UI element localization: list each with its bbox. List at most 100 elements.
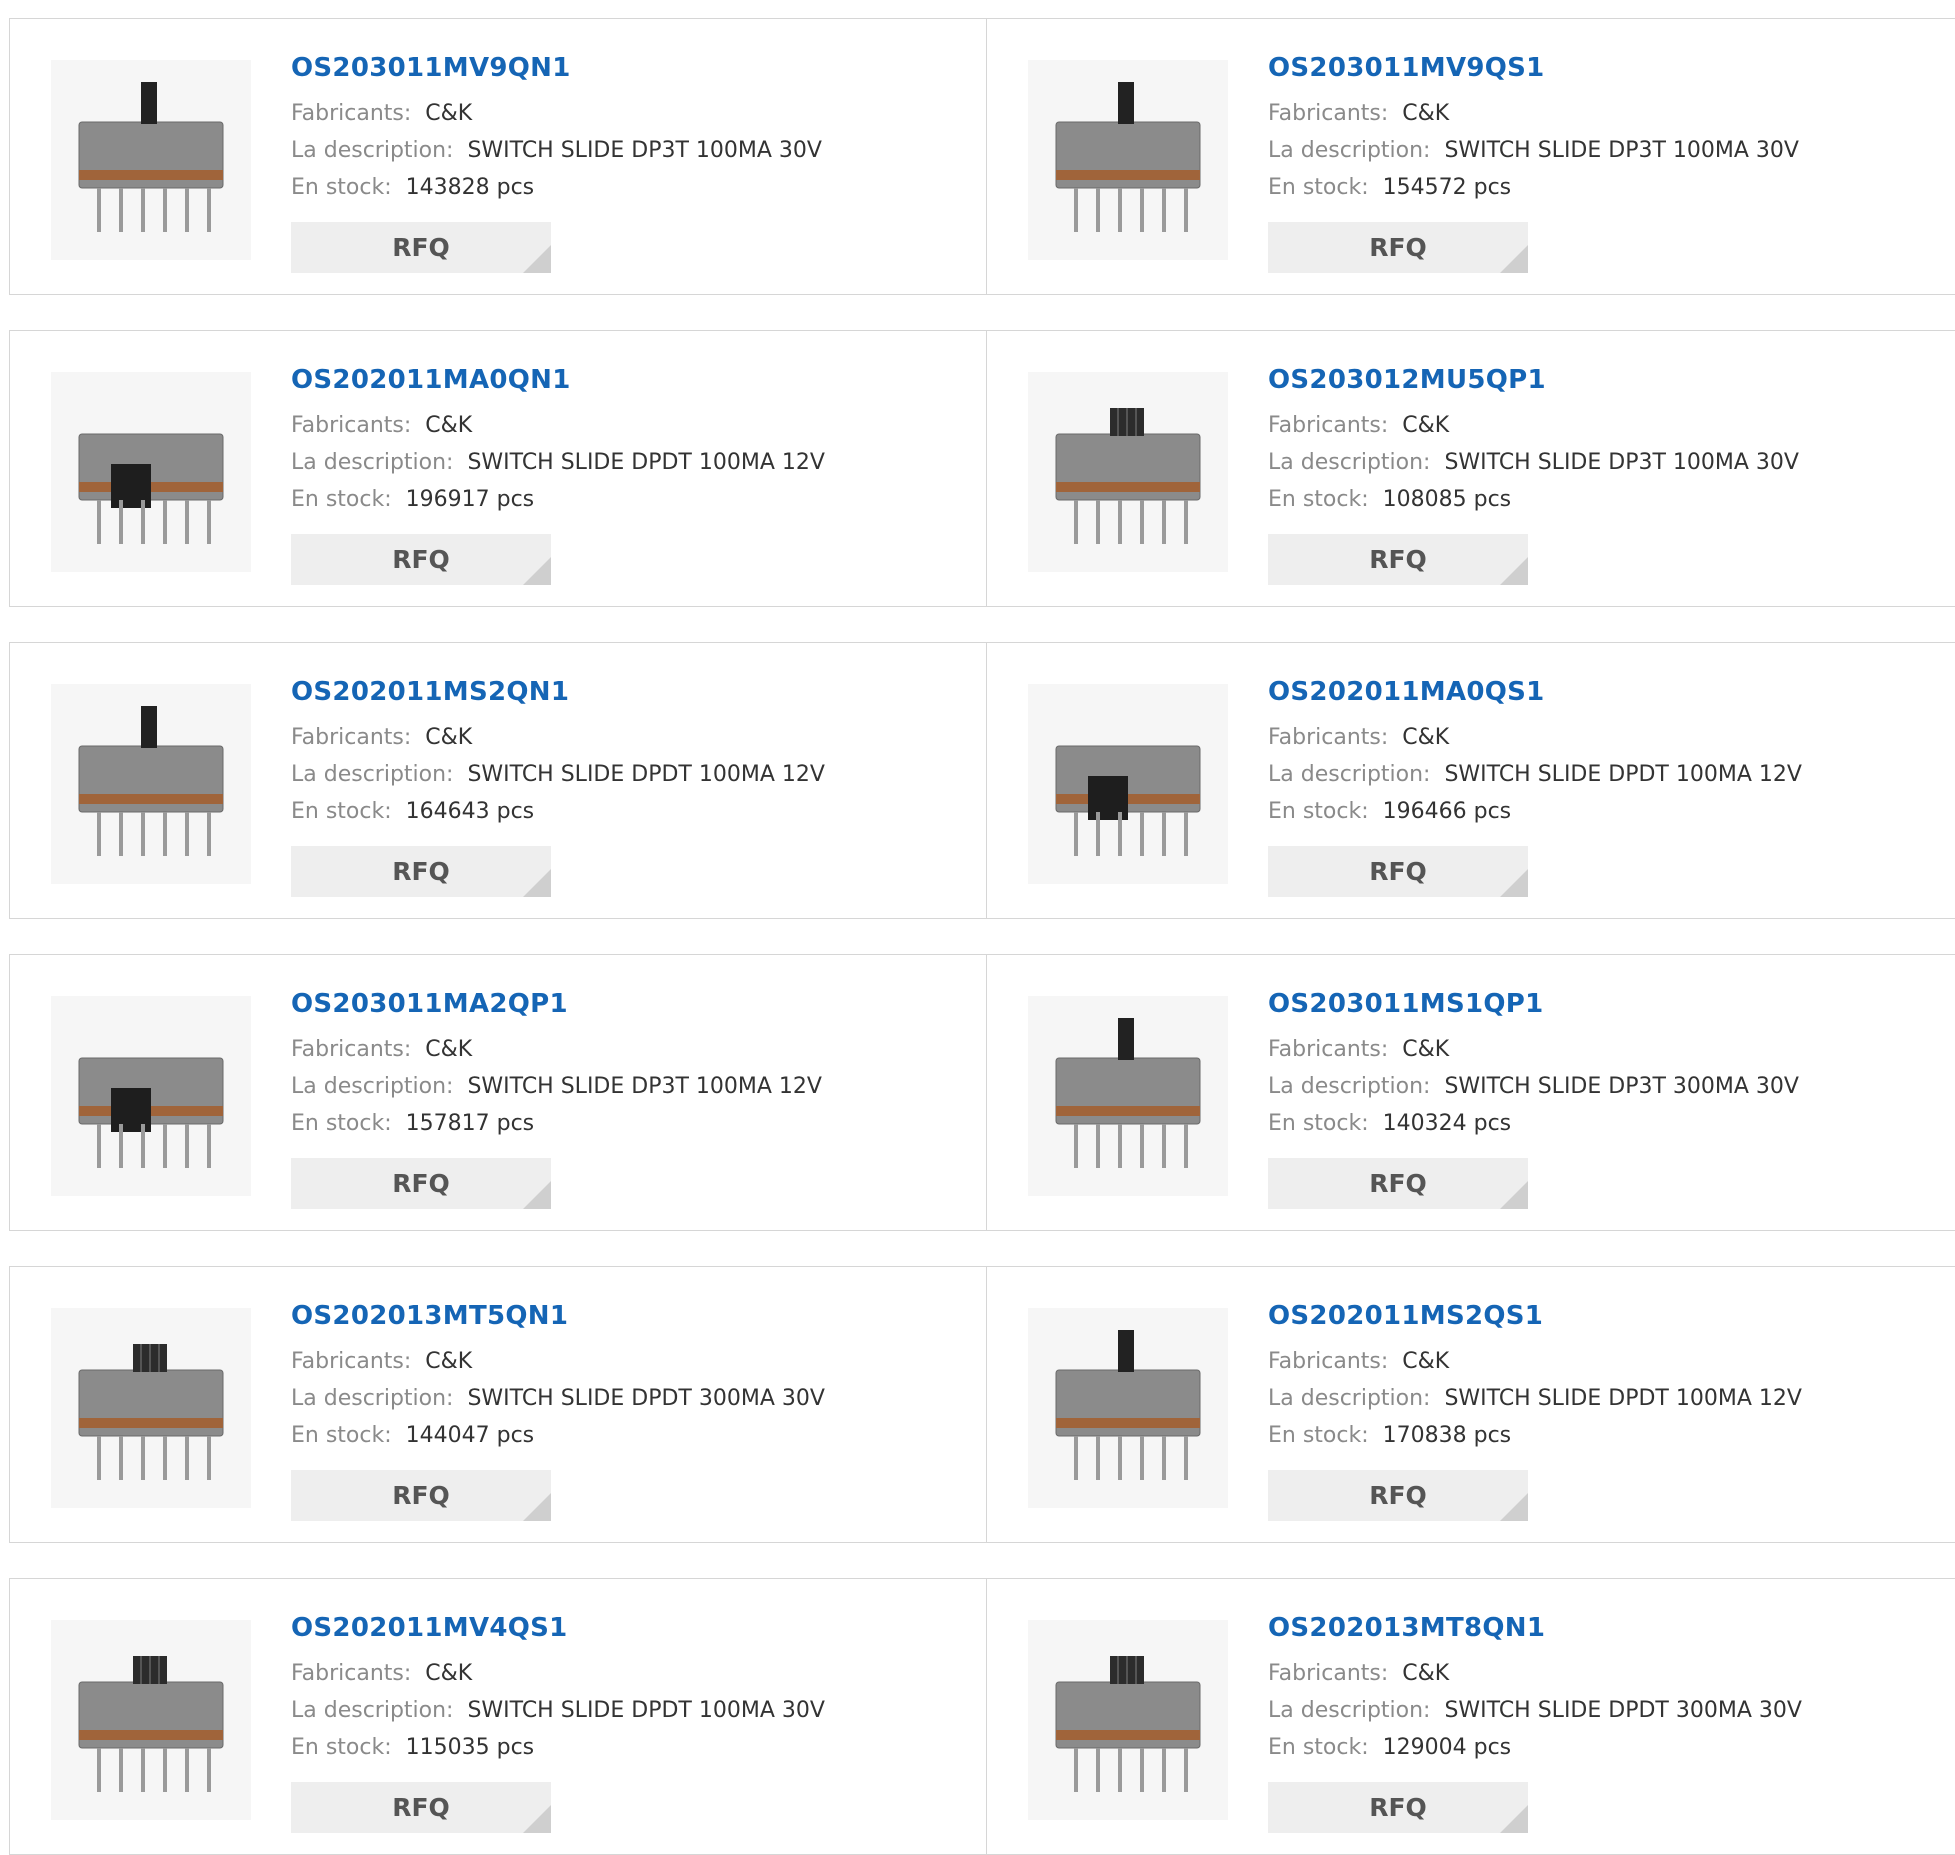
- part-number-link[interactable]: OS203012MU5QP1: [1268, 361, 1799, 399]
- part-number-link[interactable]: OS203011MS1QP1: [1268, 985, 1799, 1023]
- rfq-button[interactable]: RFQ: [291, 1158, 551, 1209]
- slide-switch-vertical-image[interactable]: [51, 60, 251, 260]
- part-number-link[interactable]: OS202011MS2QS1: [1268, 1297, 1802, 1335]
- product-info: OS203011MS1QP1 Fabricants: C&K La descrip…: [1268, 985, 1799, 1209]
- rfq-button[interactable]: RFQ: [1268, 1158, 1528, 1209]
- manufacturer-label: Fabricants:: [1268, 1661, 1389, 1686]
- product-card: OS203012MU5QP1 Fabricants: C&K La descrip…: [987, 330, 1955, 607]
- part-number-link[interactable]: OS202013MT5QN1: [291, 1297, 825, 1335]
- corner-triangle-icon: [1500, 1493, 1528, 1521]
- description-label: La description:: [291, 1698, 454, 1723]
- slide-switch-icon: [78, 1057, 224, 1168]
- rfq-button-label: RFQ: [1369, 233, 1427, 262]
- manufacturer-label: Fabricants:: [291, 1349, 412, 1374]
- description-value: SWITCH SLIDE DP3T 100MA 12V: [467, 1074, 822, 1099]
- stock-value: 154572 pcs: [1382, 175, 1512, 200]
- stock-label: En stock:: [1268, 1735, 1369, 1760]
- slide-switch-icon: [1055, 1656, 1201, 1792]
- description-row: La description: SWITCH SLIDE DPDT 100MA 1…: [291, 444, 825, 481]
- slide-switch-icon: [78, 433, 224, 544]
- slide-switch-vertical-image[interactable]: [1028, 1308, 1228, 1508]
- part-number-link[interactable]: OS202013MT8QN1: [1268, 1609, 1802, 1647]
- slide-switch-vertical-image[interactable]: [1028, 60, 1228, 260]
- rfq-button[interactable]: RFQ: [1268, 846, 1528, 897]
- slide-switch-vertical-image[interactable]: [51, 684, 251, 884]
- description-row: La description: SWITCH SLIDE DP3T 100MA 3…: [1268, 132, 1799, 169]
- slide-switch-right-angle-image[interactable]: [51, 372, 251, 572]
- stock-row: En stock: 154572 pcs: [1268, 169, 1799, 206]
- part-number-link[interactable]: OS202011MV4QS1: [291, 1609, 825, 1647]
- stock-row: En stock: 164643 pcs: [291, 793, 825, 830]
- part-number-link[interactable]: OS203011MV9QN1: [291, 49, 822, 87]
- product-card: OS202011MS2QN1 Fabricants: C&K La descrip…: [9, 642, 987, 919]
- rfq-button[interactable]: RFQ: [291, 222, 551, 273]
- stock-label: En stock:: [291, 1735, 392, 1760]
- part-number-link[interactable]: OS202011MA0QS1: [1268, 673, 1802, 711]
- manufacturer-label: Fabricants:: [291, 413, 412, 438]
- product-card: OS202013MT5QN1 Fabricants: C&K La descrip…: [9, 1266, 987, 1543]
- slide-switch-icon: [1055, 1330, 1201, 1480]
- stock-row: En stock: 140324 pcs: [1268, 1105, 1799, 1142]
- manufacturer-row: Fabricants: C&K: [291, 719, 825, 756]
- corner-triangle-icon: [523, 245, 551, 273]
- description-row: La description: SWITCH SLIDE DP3T 100MA 3…: [291, 132, 822, 169]
- stock-label: En stock:: [1268, 1111, 1369, 1136]
- manufacturer-row: Fabricants: C&K: [291, 407, 825, 444]
- description-label: La description:: [291, 138, 454, 163]
- rfq-button-label: RFQ: [392, 857, 450, 886]
- description-row: La description: SWITCH SLIDE DPDT 100MA 1…: [291, 756, 825, 793]
- product-info: OS202011MV4QS1 Fabricants: C&K La descrip…: [291, 1609, 825, 1833]
- rfq-button[interactable]: RFQ: [291, 1782, 551, 1833]
- product-card: OS203011MV9QS1 Fabricants: C&K La descrip…: [987, 18, 1955, 295]
- rfq-button[interactable]: RFQ: [291, 1470, 551, 1521]
- corner-triangle-icon: [523, 869, 551, 897]
- rfq-button-label: RFQ: [392, 1169, 450, 1198]
- slide-switch-right-angle-image[interactable]: [51, 996, 251, 1196]
- product-info: OS203012MU5QP1 Fabricants: C&K La descrip…: [1268, 361, 1799, 585]
- stock-row: En stock: 157817 pcs: [291, 1105, 822, 1142]
- manufacturer-label: Fabricants:: [1268, 101, 1389, 126]
- stock-row: En stock: 196466 pcs: [1268, 793, 1802, 830]
- corner-triangle-icon: [1500, 1805, 1528, 1833]
- description-label: La description:: [1268, 1698, 1431, 1723]
- manufacturer-row: Fabricants: C&K: [1268, 1031, 1799, 1068]
- rfq-button-label: RFQ: [1369, 1481, 1427, 1510]
- stock-value: 196466 pcs: [1382, 799, 1512, 824]
- rfq-button[interactable]: RFQ: [1268, 534, 1528, 585]
- stock-label: En stock:: [291, 1111, 392, 1136]
- description-label: La description:: [1268, 1386, 1431, 1411]
- part-number-link[interactable]: OS202011MS2QN1: [291, 673, 825, 711]
- stock-value: 108085 pcs: [1382, 487, 1512, 512]
- manufacturer-value: C&K: [425, 1349, 473, 1374]
- description-row: La description: SWITCH SLIDE DPDT 100MA 1…: [1268, 1380, 1802, 1417]
- part-number-link[interactable]: OS202011MA0QN1: [291, 361, 825, 399]
- rfq-button-label: RFQ: [1369, 857, 1427, 886]
- slide-switch-ribbed-image[interactable]: [51, 1620, 251, 1820]
- part-number-link[interactable]: OS203011MV9QS1: [1268, 49, 1799, 87]
- slide-switch-ribbed-image[interactable]: [51, 1308, 251, 1508]
- description-label: La description:: [1268, 762, 1431, 787]
- stock-value: 157817 pcs: [405, 1111, 535, 1136]
- slide-switch-ribbed-image[interactable]: [1028, 1620, 1228, 1820]
- manufacturer-label: Fabricants:: [291, 1661, 412, 1686]
- rfq-button[interactable]: RFQ: [1268, 1782, 1528, 1833]
- part-number-link[interactable]: OS203011MA2QP1: [291, 985, 822, 1023]
- rfq-button[interactable]: RFQ: [1268, 222, 1528, 273]
- corner-triangle-icon: [1500, 557, 1528, 585]
- slide-switch-icon: [1055, 408, 1201, 544]
- stock-label: En stock:: [1268, 1423, 1369, 1448]
- slide-switch-ribbed-image[interactable]: [1028, 372, 1228, 572]
- corner-triangle-icon: [523, 1181, 551, 1209]
- rfq-button[interactable]: RFQ: [1268, 1470, 1528, 1521]
- product-card: OS203011MS1QP1 Fabricants: C&K La descrip…: [987, 954, 1955, 1231]
- manufacturer-label: Fabricants:: [1268, 1349, 1389, 1374]
- rfq-button-label: RFQ: [1369, 545, 1427, 574]
- slide-switch-right-angle-image[interactable]: [1028, 684, 1228, 884]
- rfq-button[interactable]: RFQ: [291, 846, 551, 897]
- product-card: OS203011MV9QN1 Fabricants: C&K La descrip…: [9, 18, 987, 295]
- product-grid: OS203011MV9QN1 Fabricants: C&K La descrip…: [9, 18, 1955, 1855]
- manufacturer-value: C&K: [1402, 1037, 1450, 1062]
- manufacturer-label: Fabricants:: [1268, 725, 1389, 750]
- slide-switch-vertical-image[interactable]: [1028, 996, 1228, 1196]
- rfq-button[interactable]: RFQ: [291, 534, 551, 585]
